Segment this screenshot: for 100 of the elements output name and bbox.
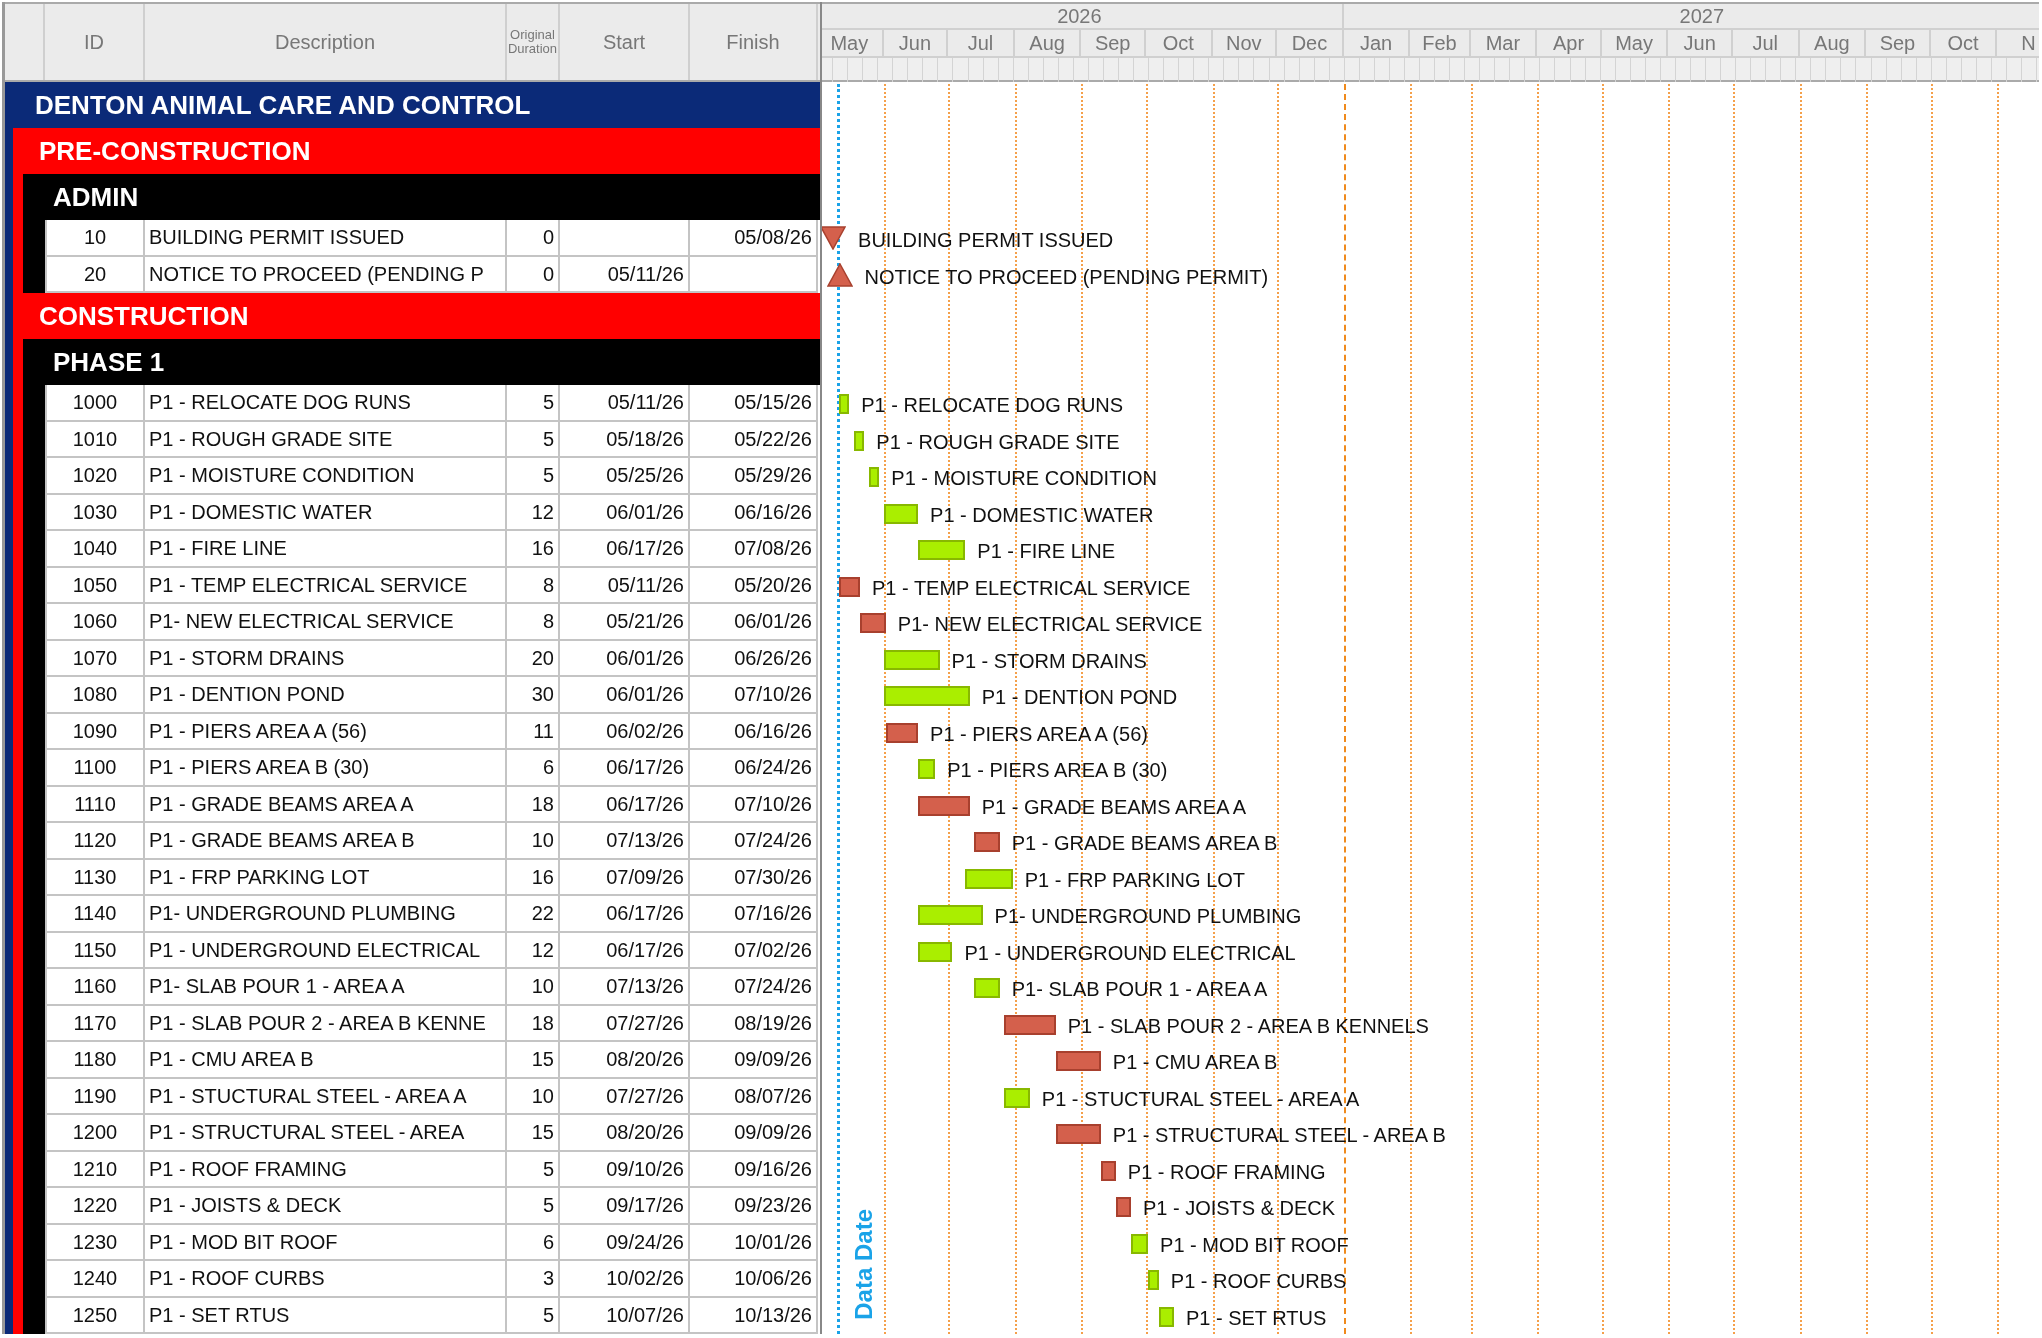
bar-label: P1 - PIERS AREA B (30) bbox=[947, 758, 1168, 783]
month-header: Apr bbox=[1537, 30, 1602, 58]
table-cell: 11 bbox=[507, 713, 560, 750]
bar-label: P1 - GRADE BEAMS AREA B bbox=[1011, 831, 1278, 856]
table-cell: P1 - UNDERGROUND ELECTRICAL bbox=[145, 932, 507, 969]
table-cell: 1090 bbox=[45, 713, 145, 750]
table-cell: 20 bbox=[507, 640, 560, 677]
table-cell: 10/01/26 bbox=[690, 1224, 818, 1261]
table-cell: P1 - PIERS AREA A (56) bbox=[145, 713, 507, 750]
table-cell: 05/22/26 bbox=[690, 421, 818, 458]
table-cell: 18 bbox=[507, 786, 560, 823]
month-header: Aug bbox=[1799, 30, 1867, 58]
table-cell: 22 bbox=[507, 896, 560, 933]
bar-label: P1 - ROUGH GRADE SITE bbox=[876, 429, 1120, 455]
table-cell: P1 - RELOCATE DOG RUNS bbox=[145, 385, 507, 422]
month-header: May bbox=[1601, 30, 1669, 58]
table-cell: P1 - MOISTURE CONDITION bbox=[145, 458, 507, 495]
table-cell: 1000 bbox=[45, 385, 145, 422]
table-cell: 08/19/26 bbox=[690, 1005, 818, 1042]
table-cell: 1230 bbox=[45, 1224, 145, 1261]
table-cell: 09/17/26 bbox=[560, 1188, 690, 1225]
section-banner: PRE-CONSTRUCTION bbox=[13, 128, 820, 174]
table-cell: 06/17/26 bbox=[560, 932, 690, 969]
table-cell: 06/01/26 bbox=[560, 677, 690, 714]
table-cell: 09/23/26 bbox=[690, 1188, 818, 1225]
table-cell: 07/08/26 bbox=[690, 531, 818, 568]
bar-label: P1 - TEMP ELECTRICAL SERVICE bbox=[872, 575, 1191, 601]
month-header: May bbox=[822, 30, 884, 58]
table-cell: 09/09/26 bbox=[690, 1115, 818, 1152]
bar-label: P1 - RELOCATE DOG RUNS bbox=[861, 393, 1124, 418]
table-cell: 05/18/26 bbox=[560, 421, 690, 458]
table-cell: 1240 bbox=[45, 1261, 145, 1298]
bar-label: P1 - UNDERGROUND ELECTRICAL bbox=[964, 940, 1296, 966]
bar-label: P1 - SET RTUS bbox=[1185, 1305, 1327, 1331]
table-cell: 5 bbox=[507, 1151, 560, 1188]
column-header: Finish bbox=[690, 4, 818, 80]
table-cell: 06/17/26 bbox=[560, 896, 690, 933]
table-cell: 1110 bbox=[45, 786, 145, 823]
table-cell: P1 - ROOF FRAMING bbox=[145, 1151, 507, 1188]
month-header: Oct bbox=[1930, 30, 1998, 58]
table-cell: 10/07/26 bbox=[560, 1297, 690, 1334]
table-cell: 06/02/26 bbox=[560, 713, 690, 750]
table-cell: 30 bbox=[507, 677, 560, 714]
table-cell: 10/02/26 bbox=[560, 1261, 690, 1298]
table-cell: 06/16/26 bbox=[690, 494, 818, 531]
month-header: Mar bbox=[1470, 30, 1538, 58]
bar-label: P1 - CMU AREA B bbox=[1112, 1050, 1278, 1075]
table-cell: BUILDING PERMIT ISSUED bbox=[145, 220, 507, 257]
table-cell: 5 bbox=[507, 1188, 560, 1225]
table-cell: 10 bbox=[507, 1078, 560, 1115]
table-cell: P1 - PIERS AREA B (30) bbox=[145, 750, 507, 787]
table-cell: P1 - STRUCTURAL STEEL - AREA bbox=[145, 1115, 507, 1152]
table-cell: 18 bbox=[507, 1005, 560, 1042]
bar-label: P1 - FIRE LINE bbox=[977, 539, 1116, 564]
milestone-marker bbox=[822, 226, 847, 250]
table-cell: P1- NEW ELECTRICAL SERVICE bbox=[145, 604, 507, 641]
table-cell: 12 bbox=[507, 494, 560, 531]
bar-label: P1 - MOD BIT ROOF bbox=[1160, 1232, 1349, 1258]
bar-label: P1 - JOISTS & DECK bbox=[1142, 1196, 1336, 1221]
table-cell: 06/01/26 bbox=[690, 604, 818, 641]
month-header: Feb bbox=[1410, 30, 1471, 58]
table-cell: 05/11/26 bbox=[560, 567, 690, 604]
table-cell: 07/10/26 bbox=[690, 786, 818, 823]
table-cell: 07/09/26 bbox=[560, 859, 690, 896]
table-cell: P1 - STORM DRAINS bbox=[145, 640, 507, 677]
table-cell: 10 bbox=[507, 969, 560, 1006]
table-cell: 05/29/26 bbox=[690, 458, 818, 495]
month-header: Jul bbox=[948, 30, 1015, 58]
month-header: Aug bbox=[1014, 30, 1082, 58]
bar-label: P1 - DENTION POND bbox=[981, 685, 1178, 710]
table-cell: P1- SLAB POUR 1 - AREA A bbox=[145, 969, 507, 1006]
bar-label: P1 - DOMESTIC WATER bbox=[930, 502, 1154, 528]
month-header: Dec bbox=[1277, 30, 1344, 58]
milestone-marker bbox=[826, 262, 853, 287]
bar-label: P1 - STUCTURAL STEEL - AREA A bbox=[1041, 1086, 1360, 1112]
table-cell: 06/01/26 bbox=[560, 640, 690, 677]
table-cell: 1120 bbox=[45, 823, 145, 860]
bar-label: P1 - SLAB POUR 2 - AREA B KENNELS bbox=[1067, 1013, 1429, 1039]
bar-label: P1- NEW ELECTRICAL SERVICE bbox=[897, 612, 1203, 637]
table-cell: P1 - SET RTUS bbox=[145, 1297, 507, 1334]
month-header: Jan bbox=[1343, 30, 1411, 58]
month-header: Sep bbox=[1081, 30, 1146, 58]
month-header: Nov bbox=[1212, 30, 1278, 58]
table-cell: 05/15/26 bbox=[690, 385, 818, 422]
table-cell: 1210 bbox=[45, 1151, 145, 1188]
year-header: 2026 bbox=[822, 4, 1344, 30]
bar-label: P1 - GRADE BEAMS AREA A bbox=[981, 794, 1247, 820]
table-cell: 12 bbox=[507, 932, 560, 969]
section-banner: PHASE 1 bbox=[23, 339, 820, 385]
table-cell: 05/25/26 bbox=[560, 458, 690, 495]
table-cell: 09/24/26 bbox=[560, 1224, 690, 1261]
section-banner: CONSTRUCTION bbox=[13, 293, 820, 339]
table-cell: 1080 bbox=[45, 677, 145, 714]
table-cell: 07/30/26 bbox=[690, 859, 818, 896]
bar-label: P1 - STORM DRAINS bbox=[951, 648, 1147, 674]
table-cell: 8 bbox=[507, 567, 560, 604]
table-cell: 09/16/26 bbox=[690, 1151, 818, 1188]
table-cell: P1 - CMU AREA B bbox=[145, 1042, 507, 1079]
table-cell: 1010 bbox=[45, 421, 145, 458]
month-header: Sep bbox=[1866, 30, 1931, 58]
